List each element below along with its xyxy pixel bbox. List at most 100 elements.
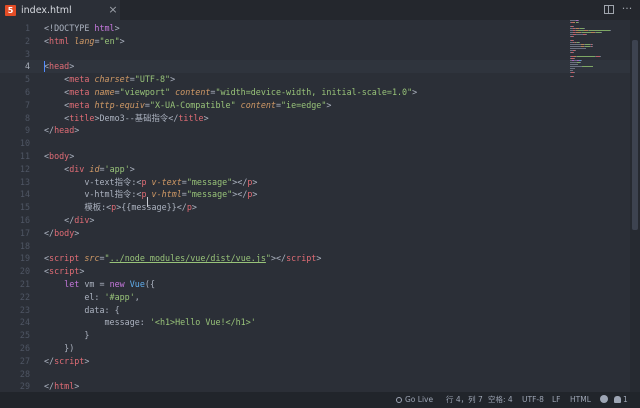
- code-token: <: [44, 87, 70, 97]
- code-line[interactable]: 23 data: {: [0, 304, 630, 317]
- code-line[interactable]: 22 el: '#app',: [0, 291, 630, 304]
- code-token: </: [44, 215, 75, 225]
- code-token: div: [69, 163, 85, 174]
- line-number: 21: [19, 279, 30, 289]
- code-text: </head>: [44, 124, 79, 137]
- vertical-scrollbar[interactable]: [630, 20, 640, 392]
- code-token: script: [54, 355, 85, 366]
- code-line[interactable]: 1 <!DOCTYPE html>: [0, 22, 630, 35]
- code-text: <head>: [44, 60, 74, 73]
- line-number: 19: [19, 253, 30, 264]
- minimap-line: [592, 46, 593, 47]
- go-live-button[interactable]: Go Live: [396, 392, 433, 408]
- minimap-line: [600, 32, 602, 33]
- language-mode[interactable]: HTML: [570, 392, 591, 408]
- minimap-line: [592, 44, 593, 45]
- code-token: "width=device-width, initial-scale=1.0": [215, 87, 413, 97]
- close-icon[interactable]: ×: [108, 4, 118, 16]
- code-line[interactable]: 28: [0, 368, 630, 381]
- code-line[interactable]: 9 </head>: [0, 124, 630, 137]
- code-line[interactable]: 2 <html lang="en">: [0, 35, 630, 48]
- code-editor[interactable]: 1 <!DOCTYPE html> 2 <html lang="en"> 3 4 <head…: [0, 20, 630, 392]
- code-line[interactable]: 6 <meta name="viewport" content="width=d…: [0, 86, 630, 99]
- code-text: 模板:<p>{{message}}</p>: [44, 201, 197, 214]
- code-line[interactable]: 5 <meta charset="UTF-8">: [0, 73, 630, 86]
- code-line[interactable]: 7 <meta http-equiv="X-UA-Compatible" con…: [0, 99, 630, 112]
- code-line[interactable]: 20 <script>: [0, 265, 630, 278]
- line-number: 1: [24, 23, 30, 33]
- code-token: >: [203, 112, 209, 123]
- minimap-line: [579, 62, 581, 63]
- code-text: <script>: [44, 265, 84, 278]
- code-token: </: [44, 355, 55, 366]
- code-line[interactable]: 25 }: [0, 329, 630, 342]
- code-token: >: [69, 151, 75, 161]
- code-token: >: [114, 23, 120, 33]
- code-token: }: [44, 330, 90, 341]
- line-number: 20: [19, 266, 30, 277]
- tab-bar: 5 index.html × ···: [0, 0, 640, 20]
- line-number: 27: [19, 355, 30, 366]
- code-line[interactable]: 27 </script>: [0, 355, 630, 368]
- code-token: <!DOCTYPE: [44, 23, 95, 33]
- code-line[interactable]: 18: [0, 240, 630, 253]
- code-line[interactable]: 26 }): [0, 342, 630, 355]
- code-token: vm =: [79, 279, 110, 289]
- code-line[interactable]: 17 </body>: [0, 227, 630, 240]
- code-line[interactable]: 12 <div id='app'>: [0, 163, 630, 176]
- code-token: id: [89, 163, 100, 174]
- cursor-position[interactable]: 行 4，列 7: [446, 392, 483, 408]
- code-line[interactable]: 11 <body>: [0, 150, 630, 163]
- code-token: message:: [44, 317, 150, 328]
- line-number: 28: [19, 368, 30, 379]
- code-text: </div>: [44, 214, 94, 227]
- code-token: >: [252, 189, 258, 200]
- end-of-line[interactable]: LF: [552, 392, 561, 408]
- indentation[interactable]: 空格: 4: [488, 392, 513, 408]
- code-text: <html lang="en">: [44, 35, 125, 48]
- minimap-line: [570, 44, 580, 45]
- code-token: v-html: [151, 189, 182, 200]
- smiley-icon: [600, 395, 608, 403]
- code-line[interactable]: 19 <script src="../node_modules/vue/dist/…: [0, 252, 630, 265]
- code-token: lang: [74, 35, 95, 46]
- code-token: ../node_modules/vue/dist/vue.js: [109, 253, 266, 264]
- code-text: <div id='app'>: [44, 163, 135, 176]
- text-cursor: [44, 61, 45, 73]
- code-line[interactable]: 3: [0, 48, 630, 61]
- split-editor-icon[interactable]: [604, 5, 614, 14]
- minimap[interactable]: [566, 20, 628, 80]
- code-line[interactable]: 10: [0, 137, 630, 150]
- code-line[interactable]: 14 v-html指令:<p v-html="message"></p>: [0, 188, 630, 201]
- more-actions-icon[interactable]: ···: [620, 2, 634, 16]
- code-line[interactable]: 13 v-text指令:<p v-text="message"></p>: [0, 176, 630, 189]
- minimap-line: [585, 48, 586, 49]
- line-number: 6: [24, 87, 30, 97]
- bell-icon: [614, 396, 621, 403]
- code-token: ({: [144, 279, 155, 289]
- code-token: script: [49, 253, 80, 264]
- broadcast-icon: [396, 397, 402, 403]
- minimap-line: [579, 42, 580, 43]
- code-line[interactable]: 21 let vm = new Vue({: [0, 278, 630, 291]
- line-number: 14: [19, 189, 30, 200]
- code-token: <: [44, 163, 70, 174]
- code-token: </: [44, 227, 55, 238]
- encoding[interactable]: UTF-8: [522, 392, 544, 408]
- code-token: head: [49, 61, 70, 72]
- code-line[interactable]: 24 message: '<h1>Hello Vue!</h1>': [0, 316, 630, 329]
- tab-index-html[interactable]: 5 index.html ×: [0, 0, 120, 20]
- minimap-line: [570, 62, 577, 63]
- minimap-line: [577, 20, 579, 21]
- code-line[interactable]: 4 <head>: [0, 60, 630, 74]
- line-number: 5: [24, 74, 30, 85]
- feedback-button[interactable]: [600, 392, 608, 408]
- code-text: message: '<h1>Hello Vue!</h1>': [44, 316, 256, 329]
- scrollbar-thumb[interactable]: [632, 40, 638, 230]
- code-token: let: [64, 279, 80, 289]
- notifications-button[interactable]: 1: [614, 392, 628, 408]
- code-line[interactable]: 15 模板:<p>{{message}}</p>: [0, 201, 630, 214]
- code-line[interactable]: 8 <title>Demo3--基础指令</title>: [0, 112, 630, 125]
- code-line[interactable]: 16 </div>: [0, 214, 630, 227]
